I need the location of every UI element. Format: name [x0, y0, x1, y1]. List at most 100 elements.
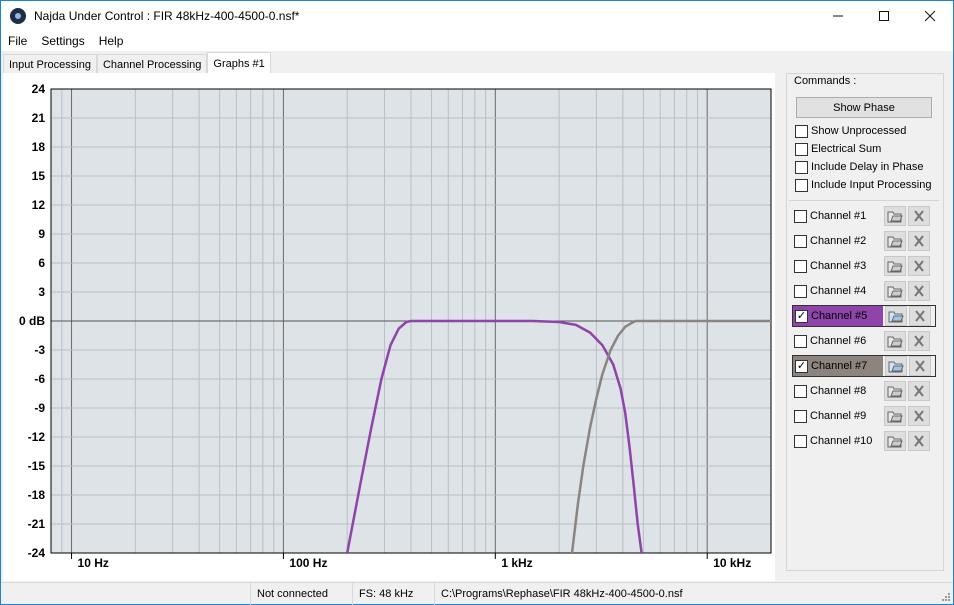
clear-channel-button[interactable]: [908, 406, 930, 426]
channel-checkbox[interactable]: [794, 434, 807, 448]
checkbox[interactable]: [795, 160, 808, 174]
open-folder-icon: [887, 236, 903, 248]
channel-toggle[interactable]: Channel #8: [792, 381, 882, 401]
channel-checkbox[interactable]: [794, 234, 807, 248]
open-folder-button[interactable]: [884, 206, 906, 226]
channel-row[interactable]: Channel #10: [792, 430, 936, 452]
clear-icon: [914, 210, 924, 222]
option-electrical-sum[interactable]: Electrical Sum: [795, 141, 881, 157]
channel-row[interactable]: Channel #6: [792, 330, 936, 352]
y-tick-label: -6: [34, 372, 45, 386]
open-folder-button[interactable]: [885, 306, 907, 326]
channel-checkbox[interactable]: [794, 284, 807, 298]
open-folder-icon: [888, 311, 904, 323]
channel-label: Channel #7: [811, 360, 868, 372]
channel-row[interactable]: Channel #3: [792, 255, 936, 277]
channel-row[interactable]: Channel #4: [792, 280, 936, 302]
option-show-unprocessed[interactable]: Show Unprocessed: [795, 123, 906, 139]
channel-row[interactable]: ✓ Channel #7: [792, 355, 936, 377]
clear-icon: [915, 360, 925, 372]
option-label: Include Delay in Phase: [811, 161, 924, 173]
channel-checkbox[interactable]: [794, 209, 807, 223]
clear-channel-button[interactable]: [908, 331, 930, 351]
checkbox[interactable]: [795, 124, 808, 138]
clear-icon: [914, 410, 924, 422]
resize-grip-icon[interactable]: [941, 592, 951, 602]
window-title: Najda Under Control : FIR 48kHz-400-4500…: [34, 9, 300, 23]
channel-checkbox[interactable]: [794, 334, 807, 348]
open-folder-button[interactable]: [884, 256, 906, 276]
tab-input-processing[interactable]: Input Processing: [3, 54, 97, 74]
channel-label: Channel #5: [811, 310, 868, 322]
channel-label: Channel #4: [810, 285, 867, 297]
channel-toggle[interactable]: Channel #4: [792, 281, 882, 301]
channel-toggle[interactable]: Channel #1: [792, 206, 882, 226]
channel-row[interactable]: Channel #2: [792, 230, 936, 252]
channel-toggle[interactable]: ✓ Channel #5: [793, 306, 883, 326]
open-folder-button[interactable]: [884, 231, 906, 251]
maximize-button[interactable]: [861, 1, 907, 31]
x-tick-label: 100 Hz: [289, 556, 327, 570]
y-tick-label: 15: [32, 169, 46, 183]
x-tick-label: 10 Hz: [78, 556, 109, 570]
minimize-button[interactable]: [815, 1, 861, 31]
open-folder-button[interactable]: [884, 331, 906, 351]
status-file-path: C:\Programs\Rephase\FIR 48kHz-400-4500-0…: [441, 587, 683, 600]
clear-channel-button[interactable]: [909, 356, 931, 376]
y-tick-label: -21: [28, 517, 46, 531]
open-folder-button[interactable]: [884, 431, 906, 451]
clear-channel-button[interactable]: [908, 431, 930, 451]
menu-settings[interactable]: Settings: [34, 34, 91, 48]
channel-row[interactable]: Channel #1: [792, 205, 936, 227]
clear-channel-button[interactable]: [908, 256, 930, 276]
open-folder-button[interactable]: [884, 381, 906, 401]
frequency-response-chart[interactable]: 24 21 18 15 12 9 6 3 0 dB -3 -6 -9 -12 -15 -18 -21 -24 10…: [3, 73, 775, 581]
menu-help[interactable]: Help: [92, 34, 131, 48]
channel-toggle[interactable]: Channel #9: [792, 406, 882, 426]
clear-icon: [915, 310, 925, 322]
clear-channel-button[interactable]: [908, 381, 930, 401]
checkbox[interactable]: [795, 178, 808, 192]
channel-label: Channel #10: [810, 435, 873, 447]
channel-toggle[interactable]: Channel #2: [792, 231, 882, 251]
x-tick-label: 10 kHz: [713, 556, 751, 570]
channel-row[interactable]: ✓ Channel #5: [792, 305, 936, 327]
tab-graphs-1[interactable]: Graphs #1: [207, 52, 271, 74]
channel-checkbox[interactable]: ✓: [795, 309, 808, 323]
commands-label: Commands :: [792, 75, 859, 87]
clear-icon: [914, 335, 924, 347]
y-tick-label: 18: [32, 140, 46, 154]
clear-channel-button[interactable]: [908, 206, 930, 226]
channel-checkbox[interactable]: ✓: [795, 359, 808, 373]
open-folder-button[interactable]: [885, 356, 907, 376]
channel-toggle[interactable]: ✓ Channel #7: [793, 356, 883, 376]
option-include-delay-in-phase[interactable]: Include Delay in Phase: [795, 159, 924, 175]
option-include-input-processing[interactable]: Include Input Processing: [795, 177, 931, 193]
channel-toggle[interactable]: Channel #3: [792, 256, 882, 276]
close-button[interactable]: [907, 1, 953, 31]
tab-channel-processing[interactable]: Channel Processing: [96, 54, 208, 74]
channel-checkbox[interactable]: [794, 259, 807, 273]
channel-toggle[interactable]: Channel #10: [792, 431, 882, 451]
clear-channel-button[interactable]: [909, 306, 931, 326]
open-folder-button[interactable]: [884, 281, 906, 301]
menu-file[interactable]: File: [1, 34, 34, 48]
checkbox[interactable]: [795, 142, 808, 156]
channel-label: Channel #3: [810, 260, 867, 272]
clear-channel-button[interactable]: [908, 281, 930, 301]
y-tick-label: 12: [32, 198, 46, 212]
clear-channel-button[interactable]: [908, 231, 930, 251]
channel-row[interactable]: Channel #8: [792, 380, 936, 402]
channel-toggle[interactable]: Channel #6: [792, 331, 882, 351]
channel-checkbox[interactable]: [794, 409, 807, 423]
option-label: Include Input Processing: [811, 179, 932, 191]
show-phase-button[interactable]: Show Phase: [796, 97, 932, 118]
y-tick-label: 9: [38, 227, 45, 241]
clear-icon: [914, 235, 924, 247]
graph-panel: 24 21 18 15 12 9 6 3 0 dB -3 -6 -9 -12 -15 -18 -21 -24 10…: [3, 73, 775, 581]
channel-row[interactable]: Channel #9: [792, 405, 936, 427]
y-tick-label: -12: [28, 430, 46, 444]
channel-checkbox[interactable]: [794, 384, 807, 398]
status-spacer: [1, 582, 251, 605]
open-folder-button[interactable]: [884, 406, 906, 426]
